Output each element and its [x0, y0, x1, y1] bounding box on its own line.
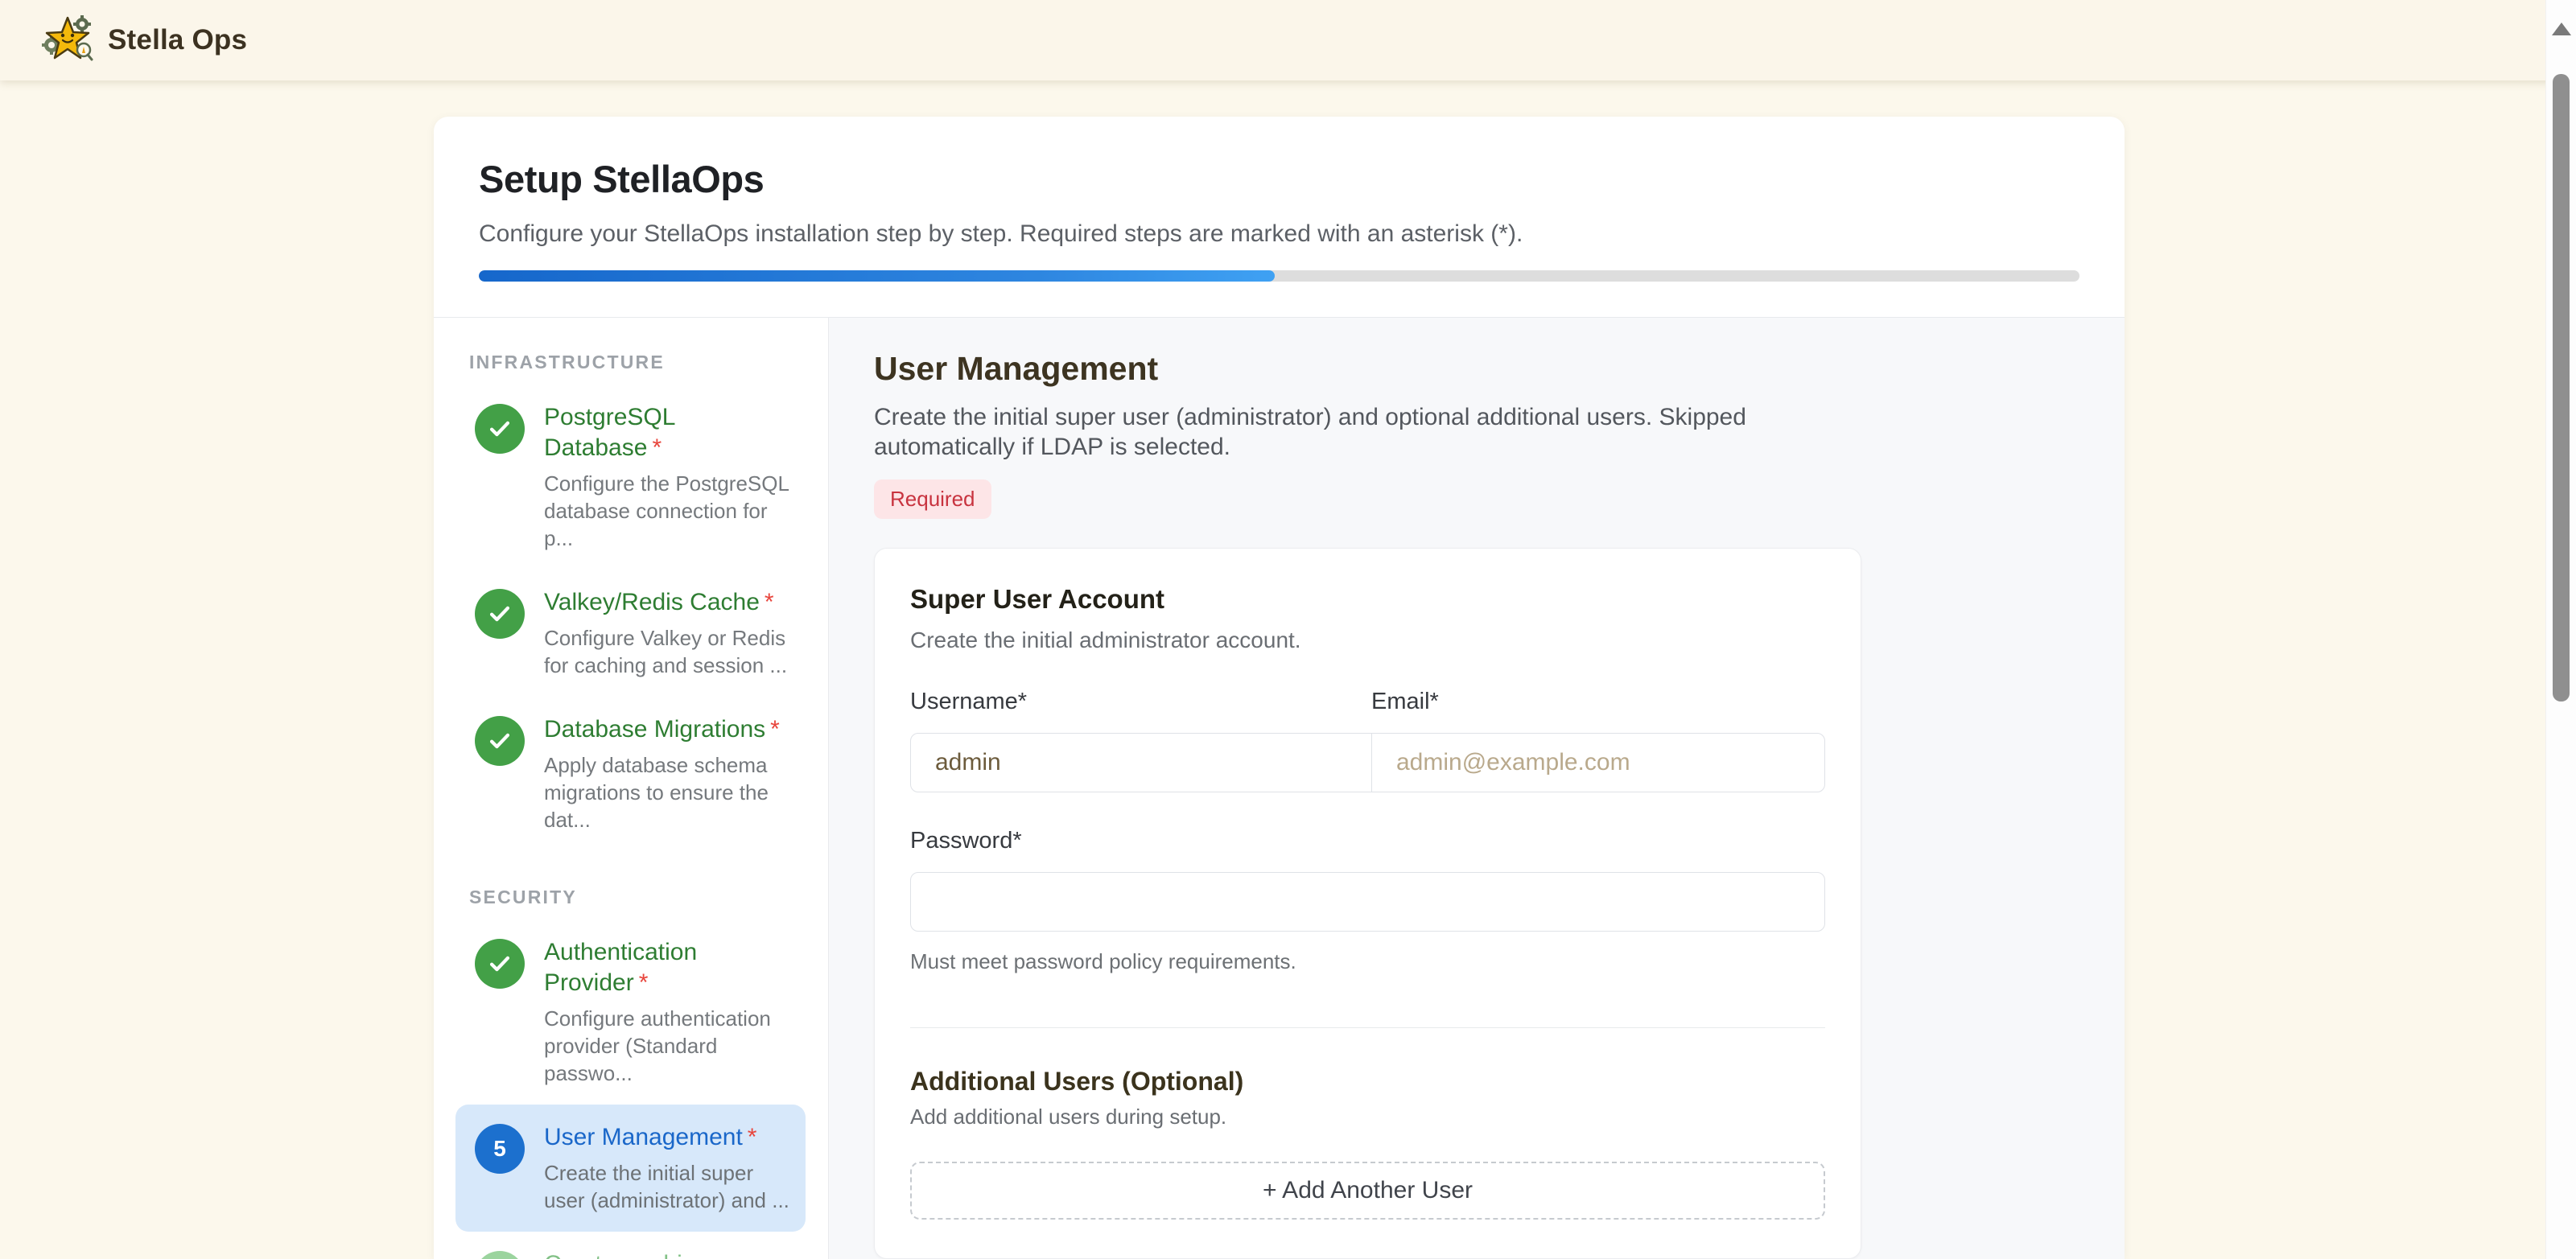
required-asterisk: * — [652, 434, 662, 461]
username-email-field-group — [910, 733, 1825, 792]
section-label-infrastructure: INFRASTRUCTURE — [455, 352, 806, 373]
brand-name: Stella Ops — [108, 24, 247, 56]
step-description: Configure the PostgreSQL database connec… — [544, 470, 789, 552]
sidebar-item-database-migrations[interactable]: Database Migrations* Apply database sche… — [455, 697, 806, 851]
step-description: Apply database schema migrations to ensu… — [544, 751, 789, 833]
step-number-icon: 5 — [475, 1124, 525, 1174]
setup-progress-fill — [479, 270, 1275, 282]
brand: Stella Ops — [42, 14, 247, 66]
step-content-pane: User Management Create the initial super… — [829, 318, 2125, 1259]
required-asterisk: * — [770, 716, 780, 743]
required-status-badge: Required — [874, 479, 991, 519]
panel-subheading: Create the initial administrator account… — [910, 627, 1825, 653]
password-helper-text: Must meet password policy requirements. — [910, 949, 1825, 974]
page-subtitle: Configure your StellaOps installation st… — [479, 220, 2079, 248]
top-navbar: Stella Ops — [0, 0, 2576, 80]
wizard-header: Setup StellaOps Configure your StellaOps… — [434, 117, 2125, 317]
step-title: User Management — [544, 1124, 743, 1150]
required-asterisk: * — [748, 1124, 757, 1150]
check-circle-icon — [475, 939, 525, 989]
panel-heading: Super User Account — [910, 584, 1825, 615]
email-label: Email* — [1371, 689, 1825, 715]
vertical-scrollbar[interactable] — [2545, 0, 2576, 1259]
sidebar-item-authentication-provider[interactable]: Authentication Provider* Configure authe… — [455, 920, 806, 1105]
password-input[interactable] — [911, 873, 1824, 931]
sidebar-item-cryptographic-provider[interactable]: Cryptographic Provider Select cryptograp… — [455, 1232, 806, 1259]
required-asterisk: * — [639, 969, 649, 996]
sidebar-item-valkey-redis-cache[interactable]: Valkey/Redis Cache* Configure Valkey or … — [455, 570, 806, 697]
setup-progress-bar — [479, 270, 2079, 282]
step-description: Configure authentication provider (Stand… — [544, 1005, 789, 1087]
username-input[interactable] — [911, 734, 1371, 792]
section-label-security: SECURITY — [455, 887, 806, 908]
check-circle-icon — [475, 404, 525, 454]
additional-users-heading: Additional Users (Optional) — [910, 1067, 1825, 1096]
password-field-box — [910, 872, 1825, 932]
panel-divider — [910, 1027, 1825, 1028]
step-description: Create the initial super user (administr… — [544, 1159, 789, 1214]
required-asterisk: * — [765, 589, 774, 615]
check-circle-icon — [475, 1251, 525, 1259]
sidebar-item-postgresql-database[interactable]: PostgreSQL Database* Configure the Postg… — [455, 385, 806, 570]
step-heading: User Management — [874, 350, 2125, 388]
check-circle-icon — [475, 589, 525, 639]
password-label: Password* — [910, 828, 1825, 854]
additional-users-subtext: Add additional users during setup. — [910, 1105, 1825, 1129]
add-another-user-button[interactable]: + Add Another User — [910, 1162, 1825, 1220]
sidebar-item-user-management[interactable]: 5 User Management* Create the initial su… — [455, 1105, 806, 1232]
super-user-account-panel: Super User Account Create the initial ad… — [874, 548, 1861, 1259]
username-label: Username* — [910, 689, 1371, 715]
step-description: Configure Valkey or Redis for caching an… — [544, 624, 789, 679]
step-title: Database Migrations — [544, 716, 765, 743]
setup-steps-sidebar: INFRASTRUCTURE PostgreSQL Database* Conf… — [434, 318, 829, 1259]
step-title: Valkey/Redis Cache — [544, 589, 760, 615]
email-input[interactable] — [1372, 734, 1824, 792]
check-circle-icon — [475, 716, 525, 766]
step-description-text: Create the initial super user (administr… — [874, 402, 1807, 462]
page-title: Setup StellaOps — [479, 157, 2079, 201]
scrollbar-thumb[interactable] — [2553, 74, 2570, 702]
step-title: Authentication Provider — [544, 939, 697, 996]
stella-ops-logo-icon — [42, 14, 93, 66]
scrollbar-up-arrow-icon[interactable] — [2552, 23, 2571, 35]
setup-wizard-card: Setup StellaOps Configure your StellaOps… — [434, 117, 2125, 1259]
step-title: Cryptographic Provider — [544, 1251, 694, 1259]
